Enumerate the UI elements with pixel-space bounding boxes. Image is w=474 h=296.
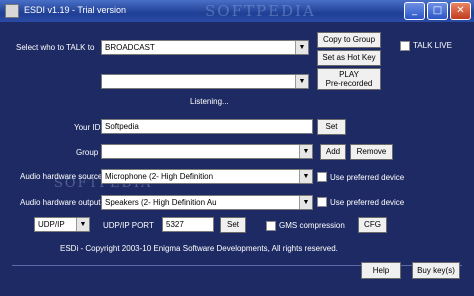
dropdown-arrow-icon: ▼ — [76, 218, 89, 231]
your-id-input[interactable]: Softpedia — [101, 119, 313, 134]
app-icon — [5, 4, 19, 18]
group-label: Group — [76, 148, 99, 157]
talk-live-checkbox[interactable] — [400, 41, 410, 51]
copy-to-group-button[interactable]: Copy to Group — [317, 32, 381, 48]
main-panel: Select who to TALK to BROADCAST ▼ Copy t… — [4, 22, 470, 292]
copyright-text: ESDi - Copyright 2003-10 Enigma Software… — [60, 244, 338, 253]
talk-to-value: BROADCAST — [105, 43, 155, 52]
protocol-select[interactable]: UDP/IP ▼ — [34, 217, 90, 232]
group-select[interactable]: ▼ — [101, 144, 313, 159]
group-add-button[interactable]: Add — [320, 144, 346, 160]
prerecorded-select[interactable]: ▼ — [101, 74, 309, 89]
source-preferred-label: Use preferred device — [330, 173, 405, 182]
buy-keys-button[interactable]: Buy key(s) — [412, 262, 460, 279]
audio-output-select[interactable]: Speakers (2- High Definition Au ▼ — [101, 195, 313, 210]
dropdown-arrow-icon: ▼ — [295, 41, 308, 54]
title-bar: ESDI v1.19 - Trial version SOFTPEDIA _ □… — [0, 0, 474, 22]
status-text: Listening... — [190, 97, 229, 106]
dropdown-arrow-icon: ▼ — [299, 145, 312, 158]
audio-source-select[interactable]: Microphone (2- High Definition ▼ — [101, 169, 313, 184]
play-label: PLAY — [339, 70, 359, 79]
close-button[interactable]: ✕ — [450, 2, 471, 20]
audio-source-value: Microphone (2- High Definition — [105, 172, 214, 181]
watermark: SOFTPEDIA — [205, 2, 316, 20]
your-id-label: Your ID — [74, 123, 101, 132]
dropdown-arrow-icon: ▼ — [299, 170, 312, 183]
audio-output-label: Audio hardware output — [20, 198, 101, 207]
gsm-compression-checkbox[interactable] — [266, 221, 276, 231]
help-button[interactable]: Help — [361, 262, 401, 279]
play-prerecorded-button[interactable]: PLAY Pre-recorded — [317, 68, 381, 90]
audio-output-value: Speakers (2- High Definition Au — [105, 198, 217, 207]
port-input[interactable]: 5327 — [162, 217, 214, 232]
dropdown-arrow-icon: ▼ — [295, 75, 308, 88]
talk-to-label: Select who to TALK to — [16, 43, 95, 52]
output-preferred-label: Use preferred device — [330, 198, 405, 207]
port-label: UDP/IP PORT — [103, 221, 154, 230]
minimize-button[interactable]: _ — [404, 2, 425, 20]
source-preferred-checkbox[interactable] — [317, 172, 327, 182]
dropdown-arrow-icon: ▼ — [299, 196, 312, 209]
audio-source-label: Audio hardware source — [20, 172, 103, 181]
protocol-value: UDP/IP — [38, 220, 65, 229]
window-title: ESDI v1.19 - Trial version — [24, 5, 127, 15]
output-preferred-checkbox[interactable] — [317, 197, 327, 207]
maximize-button[interactable]: □ — [427, 2, 448, 20]
gsm-compression-label: GMS compression — [279, 221, 345, 230]
cfg-button[interactable]: CFG — [358, 217, 387, 233]
set-hot-key-button[interactable]: Set as Hot Key — [317, 50, 381, 66]
group-remove-button[interactable]: Remove — [350, 144, 393, 160]
talk-to-select[interactable]: BROADCAST ▼ — [101, 40, 309, 55]
your-id-set-button[interactable]: Set — [317, 119, 346, 135]
port-set-button[interactable]: Set — [220, 217, 246, 233]
talk-live-label: TALK LIVE — [413, 41, 452, 50]
prerecorded-label: Pre-recorded — [325, 79, 373, 88]
